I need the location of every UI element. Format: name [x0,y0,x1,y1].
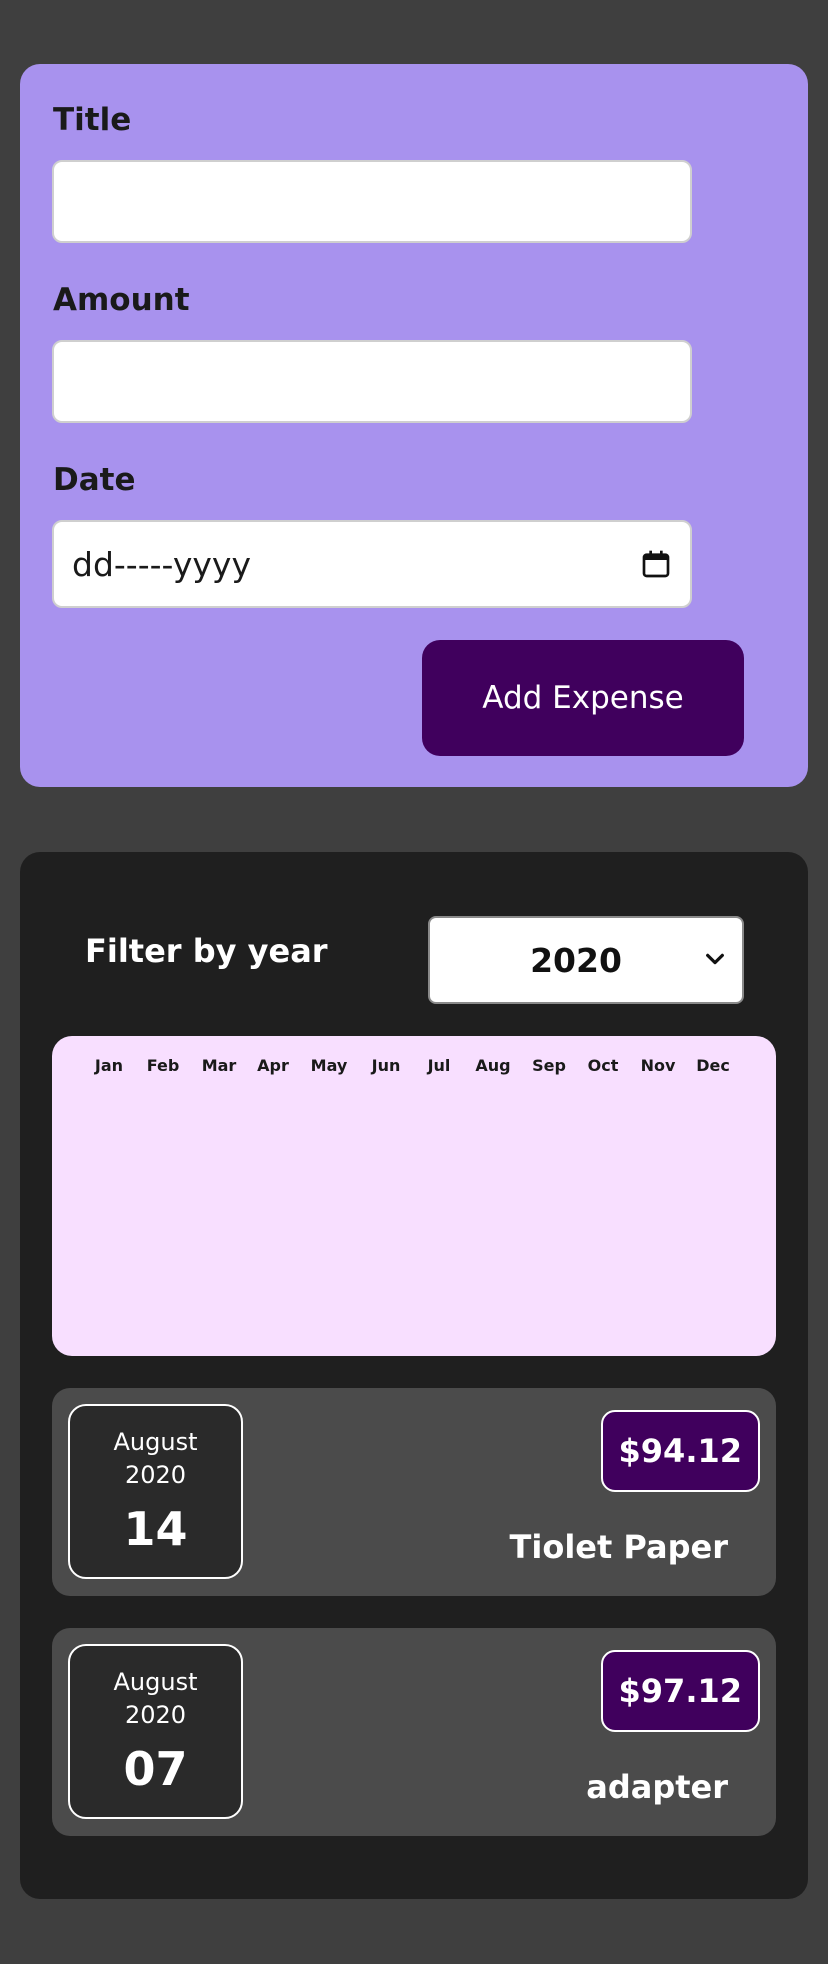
expense-date: August 2020 14 [68,1404,243,1579]
calendar-icon[interactable] [640,548,672,580]
chart-bar-label: May [310,1056,348,1075]
expense-year: 2020 [124,1701,187,1729]
expense-month: August [113,1428,198,1456]
expense-amount: $97.12 [600,1650,760,1732]
chart-bar-apr: Apr [250,1056,296,1075]
title-label: Title [53,102,132,138]
chart-bar-label: Aug [475,1056,511,1075]
expense-day: 14 [123,1502,188,1556]
chart-bar-label: Jan [94,1056,124,1075]
chart-bar-sep: Sep [526,1056,572,1075]
chart-bar-label: Sep [532,1056,566,1075]
amount-input[interactable] [52,340,692,423]
chart-bar-label: Jun [371,1056,401,1075]
chart-bar-label: Dec [696,1056,730,1075]
expense-day: 07 [123,1742,188,1796]
expense-title: Tiolet Paper [509,1528,728,1566]
new-expense-form: Title Amount Date dd-----yyyy Add Expens… [20,64,808,787]
date-input[interactable]: dd-----yyyy [52,520,692,608]
chart-bar-label: Apr [257,1056,289,1075]
amount-label: Amount [53,282,190,318]
expense-month: August [113,1668,198,1696]
chart-bar-jun: Jun [363,1056,409,1075]
filter-label: Filter by year [85,932,328,970]
chart-bar-label: Jul [427,1056,451,1075]
add-expense-button[interactable]: Add Expense [422,640,744,756]
chart-bar-dec: Dec [690,1056,736,1075]
chart-bar-may: May [306,1056,352,1075]
title-input[interactable] [52,160,692,243]
expense-year: 2020 [124,1461,187,1489]
expense-date: August 2020 07 [68,1644,243,1819]
chevron-down-icon [704,948,726,970]
chart-bar-jul: Jul [416,1056,462,1075]
expense-item[interactable]: August 2020 14 $94.12 Tiolet Paper [52,1388,776,1596]
date-label: Date [53,462,136,498]
expenses-panel: Filter by year 2020 Jan Feb Mar Apr May … [20,852,808,1899]
chart-bar-nov: Nov [635,1056,681,1075]
year-select[interactable]: 2020 [428,916,744,1004]
chart-bar-mar: Mar [196,1056,242,1075]
chart-bar-aug: Aug [470,1056,516,1075]
selected-year: 2020 [530,940,622,980]
expense-title: adapter [586,1768,728,1806]
expense-item[interactable]: August 2020 07 $97.12 adapter [52,1628,776,1836]
chart-bar-label: Mar [201,1056,237,1075]
chart-bar-oct: Oct [580,1056,626,1075]
expense-amount: $94.12 [600,1410,760,1492]
chart-bar-label: Nov [640,1056,676,1075]
chart-bar-jan: Jan [86,1056,132,1075]
chart-bar-label: Oct [587,1056,619,1075]
expenses-chart: Jan Feb Mar Apr May Jun Jul Aug Sep Oct … [52,1036,776,1356]
date-placeholder: dd-----yyyy [72,544,251,584]
chart-bar-feb: Feb [140,1056,186,1075]
chart-bar-label: Feb [146,1056,180,1075]
